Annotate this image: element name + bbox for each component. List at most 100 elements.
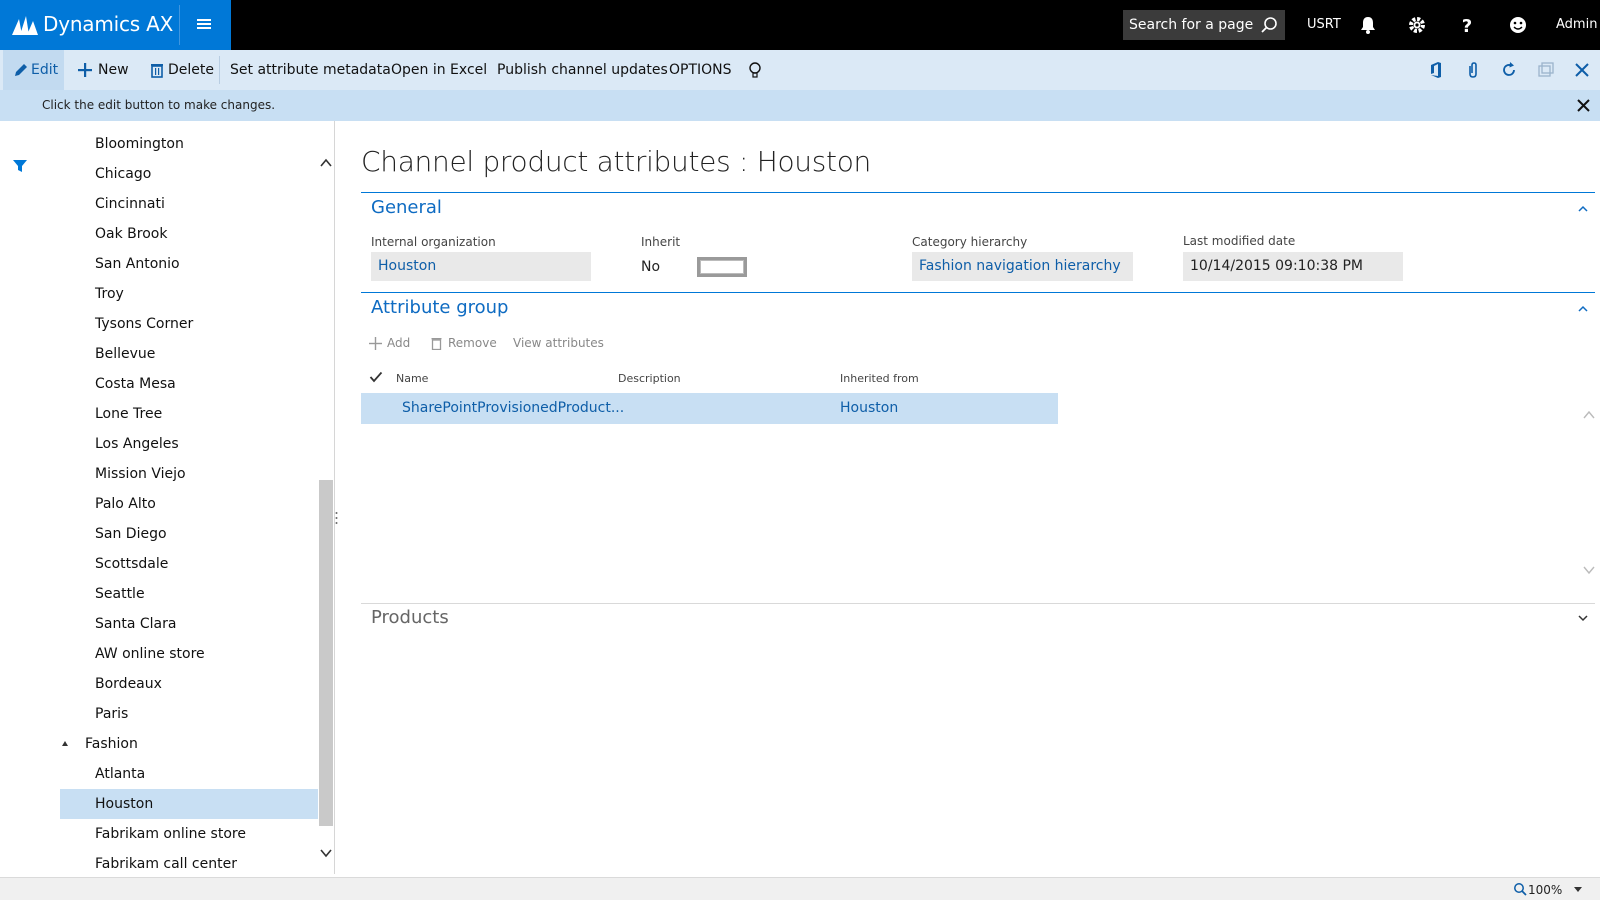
- open-in-excel-button[interactable]: Open in Excel: [391, 50, 487, 90]
- category-hierarchy-field[interactable]: Fashion navigation hierarchy: [912, 252, 1133, 281]
- options-tab[interactable]: OPTIONS: [669, 50, 732, 90]
- filter-icon[interactable]: [12, 158, 28, 174]
- channel-tree: Bloomington Chicago Cincinnati Oak Brook San…: [60, 130, 318, 874]
- tree-item[interactable]: Paris: [60, 699, 318, 729]
- tree-item[interactable]: Santa Clara: [60, 609, 318, 639]
- notifications-bell-icon[interactable]: [1358, 15, 1378, 35]
- tree-item[interactable]: Oak Brook: [60, 219, 318, 249]
- column-header-description[interactable]: Description: [618, 372, 681, 385]
- user-account-menu[interactable]: Admin: [1556, 17, 1597, 32]
- products-section-header[interactable]: Products: [371, 607, 449, 628]
- tree-item-label: Fabrikam online store: [95, 826, 246, 842]
- tree-item[interactable]: Troy: [60, 279, 318, 309]
- table-row[interactable]: SharePointProvisionedProduct... Houston: [361, 393, 1058, 424]
- search-placeholder: Search for a page: [1129, 17, 1254, 33]
- attribute-group-section-header[interactable]: Attribute group: [371, 297, 508, 318]
- internal-organization-field[interactable]: Houston: [371, 252, 591, 281]
- tree-item[interactable]: AW online store: [60, 639, 318, 669]
- zoom-dropdown-caret-icon[interactable]: [1574, 887, 1582, 892]
- tree-item[interactable]: Fabrikam call center: [60, 849, 318, 874]
- view-attributes-button[interactable]: View attributes: [513, 336, 604, 350]
- column-header-name[interactable]: Name: [396, 372, 428, 385]
- tree-item[interactable]: Bloomington: [60, 130, 318, 159]
- refresh-icon[interactable]: [1500, 61, 1518, 79]
- tree-item-label: Lone Tree: [95, 406, 163, 422]
- tree-group[interactable]: Fashion: [60, 729, 318, 759]
- remove-attribute-group-button[interactable]: Remove: [448, 336, 497, 350]
- brand-name[interactable]: Dynamics AX: [43, 12, 173, 36]
- tree-item[interactable]: Lone Tree: [60, 399, 318, 429]
- tree-item-label: Bordeaux: [95, 676, 162, 692]
- tree-item[interactable]: Costa Mesa: [60, 369, 318, 399]
- collapse-attribute-group-chevron-icon[interactable]: [1577, 303, 1589, 315]
- tree-scroll-thumb[interactable]: [319, 480, 333, 826]
- add-attribute-group-button[interactable]: Add: [387, 336, 410, 350]
- last-modified-date-field[interactable]: 10/14/2015 09:10:38 PM: [1183, 252, 1403, 281]
- close-message-icon[interactable]: [1576, 98, 1591, 113]
- collapse-general-chevron-icon[interactable]: [1577, 203, 1589, 215]
- tree-item-label: Seattle: [95, 586, 145, 602]
- tree-item[interactable]: San Diego: [60, 519, 318, 549]
- grid-scroll-up-chevron-icon[interactable]: [1582, 408, 1596, 422]
- new-button[interactable]: New: [76, 50, 156, 90]
- column-header-inherited-from[interactable]: Inherited from: [840, 372, 919, 385]
- tree-item[interactable]: San Antonio: [60, 249, 318, 279]
- cell-name[interactable]: SharePointProvisionedProduct...: [402, 400, 624, 416]
- delete-button[interactable]: Delete: [148, 50, 218, 90]
- expand-products-chevron-icon[interactable]: [1577, 612, 1589, 624]
- grid-scroll-down-chevron-icon[interactable]: [1582, 563, 1596, 577]
- tree-item[interactable]: Bordeaux: [60, 669, 318, 699]
- edit-button-label: Edit: [31, 62, 59, 78]
- help-question-icon[interactable]: ?: [1457, 15, 1477, 35]
- tree-item-label: Tysons Corner: [95, 316, 194, 332]
- tree-item[interactable]: Fabrikam online store: [60, 819, 318, 849]
- tree-item-label: Chicago: [95, 166, 152, 182]
- tree-item[interactable]: Houston: [60, 789, 318, 819]
- action-pane: Edit New Delete Set attribute metadata O…: [0, 50, 1600, 90]
- navigation-menu-icon[interactable]: [194, 17, 214, 33]
- tree-item[interactable]: Bellevue: [60, 339, 318, 369]
- open-new-window-icon[interactable]: [1537, 61, 1555, 79]
- company-picker[interactable]: USRT: [1307, 17, 1341, 32]
- tree-scrollbar[interactable]: [318, 144, 334, 874]
- toggle-knob: [700, 260, 744, 274]
- publish-channel-updates-button[interactable]: Publish channel updates: [497, 50, 668, 90]
- pencil-icon: [15, 64, 27, 76]
- tree-item[interactable]: Seattle: [60, 579, 318, 609]
- tree-item[interactable]: Atlanta: [60, 759, 318, 789]
- zoom-level[interactable]: 100%: [1528, 883, 1562, 897]
- search-icon[interactable]: [1260, 16, 1278, 34]
- inherit-toggle[interactable]: [697, 257, 747, 277]
- tree-item-label: Fashion: [85, 736, 138, 752]
- select-all-checkmark-icon[interactable]: [369, 370, 383, 384]
- tree-item[interactable]: Tysons Corner: [60, 309, 318, 339]
- attribute-group-section-divider: [361, 292, 1595, 293]
- tree-item[interactable]: Cincinnati: [60, 189, 318, 219]
- tree-item[interactable]: Palo Alto: [60, 489, 318, 519]
- attachment-paperclip-icon[interactable]: [1464, 61, 1482, 79]
- general-section-header[interactable]: General: [371, 197, 442, 218]
- svg-text:?: ?: [1462, 16, 1472, 35]
- set-attribute-metadata-button[interactable]: Set attribute metadata: [230, 50, 391, 90]
- settings-gear-icon[interactable]: [1407, 15, 1427, 35]
- splitter-grip-icon[interactable]: [335, 511, 338, 525]
- scroll-up-chevron-icon[interactable]: [319, 156, 333, 170]
- office-icon[interactable]: [1427, 61, 1445, 79]
- tree-item-label: Santa Clara: [95, 616, 177, 632]
- close-page-icon[interactable]: [1573, 61, 1591, 79]
- scroll-down-chevron-icon[interactable]: [319, 846, 333, 860]
- trash-icon: [151, 64, 163, 78]
- page-search-input[interactable]: Search for a page: [1123, 10, 1285, 40]
- top-navigation-bar: Dynamics AX Search for a page USRT ? Adm…: [0, 0, 1600, 50]
- tree-item[interactable]: Scottsdale: [60, 549, 318, 579]
- tree-item[interactable]: Los Angeles: [60, 429, 318, 459]
- feedback-smiley-icon[interactable]: [1508, 15, 1528, 35]
- tree-item[interactable]: Mission Viejo: [60, 459, 318, 489]
- edit-button[interactable]: Edit: [3, 50, 64, 90]
- tree-item[interactable]: Chicago: [60, 159, 318, 189]
- lightbulb-icon[interactable]: [746, 61, 764, 79]
- expanded-caret-icon[interactable]: [62, 741, 68, 746]
- message-text: Click the edit button to make changes.: [42, 98, 276, 112]
- pane-splitter[interactable]: [334, 121, 335, 874]
- cell-inherited-from[interactable]: Houston: [840, 400, 898, 416]
